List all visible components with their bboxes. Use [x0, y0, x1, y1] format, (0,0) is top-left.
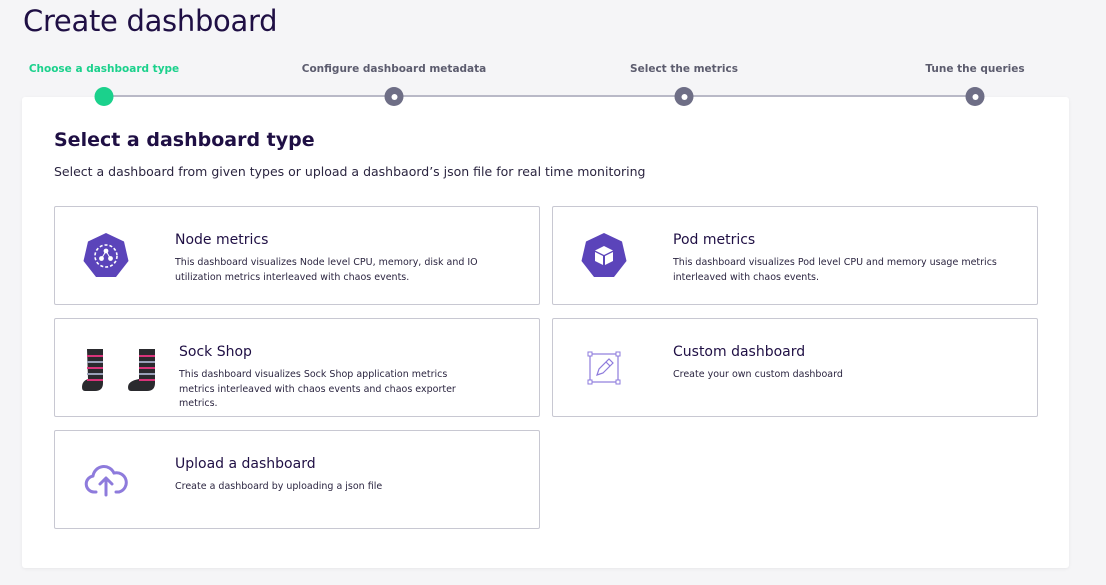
step-indicator [965, 87, 985, 106]
step-label: Choose a dashboard type [28, 63, 180, 75]
card-node-metrics[interactable]: Node metrics This dashboard visualizes N… [54, 206, 540, 305]
page-title: Create dashboard [23, 4, 278, 38]
step-indicator-active [94, 87, 114, 106]
card-description: Create your own custom dashboard [673, 369, 843, 380]
card-upload-dashboard[interactable]: Upload a dashboard Create a dashboard by… [54, 430, 540, 529]
section-subtitle: Select a dashboard from given types or u… [54, 164, 646, 179]
card-description: This dashboard visualizes Node level CPU… [175, 257, 478, 283]
card-title: Pod metrics [673, 232, 756, 248]
step-label: Configure dashboard metadata [301, 63, 487, 75]
card-title: Sock Shop [179, 344, 252, 360]
card-description: Create a dashboard by uploading a json f… [175, 481, 383, 492]
stepper-track [103, 95, 975, 97]
socks-image [81, 341, 161, 397]
edit-canvas-icon [577, 341, 631, 395]
step-label: Tune the queries [925, 63, 1025, 75]
card-pod-metrics[interactable]: Pod metrics This dashboard visualizes Po… [552, 206, 1038, 305]
step-indicator [674, 87, 694, 106]
step-label: Select the metrics [630, 63, 738, 75]
kubernetes-node-icon [79, 229, 133, 283]
card-title: Custom dashboard [673, 344, 806, 360]
card-title: Upload a dashboard [175, 456, 316, 472]
card-description: This dashboard visualizes Pod level CPU … [673, 257, 997, 283]
card-description: This dashboard visualizes Sock Shop appl… [179, 369, 456, 409]
cloud-upload-icon [79, 453, 133, 507]
card-title: Node metrics [175, 232, 269, 248]
step-indicator [384, 87, 404, 106]
dashboard-type-panel: Select a dashboard type Select a dashboa… [22, 97, 1069, 568]
card-custom-dashboard[interactable]: Custom dashboard Create your own custom … [552, 318, 1038, 417]
section-title: Select a dashboard type [54, 129, 315, 151]
kubernetes-pod-icon [577, 229, 631, 283]
card-sock-shop[interactable]: Sock Shop This dashboard visualizes Sock… [54, 318, 540, 417]
